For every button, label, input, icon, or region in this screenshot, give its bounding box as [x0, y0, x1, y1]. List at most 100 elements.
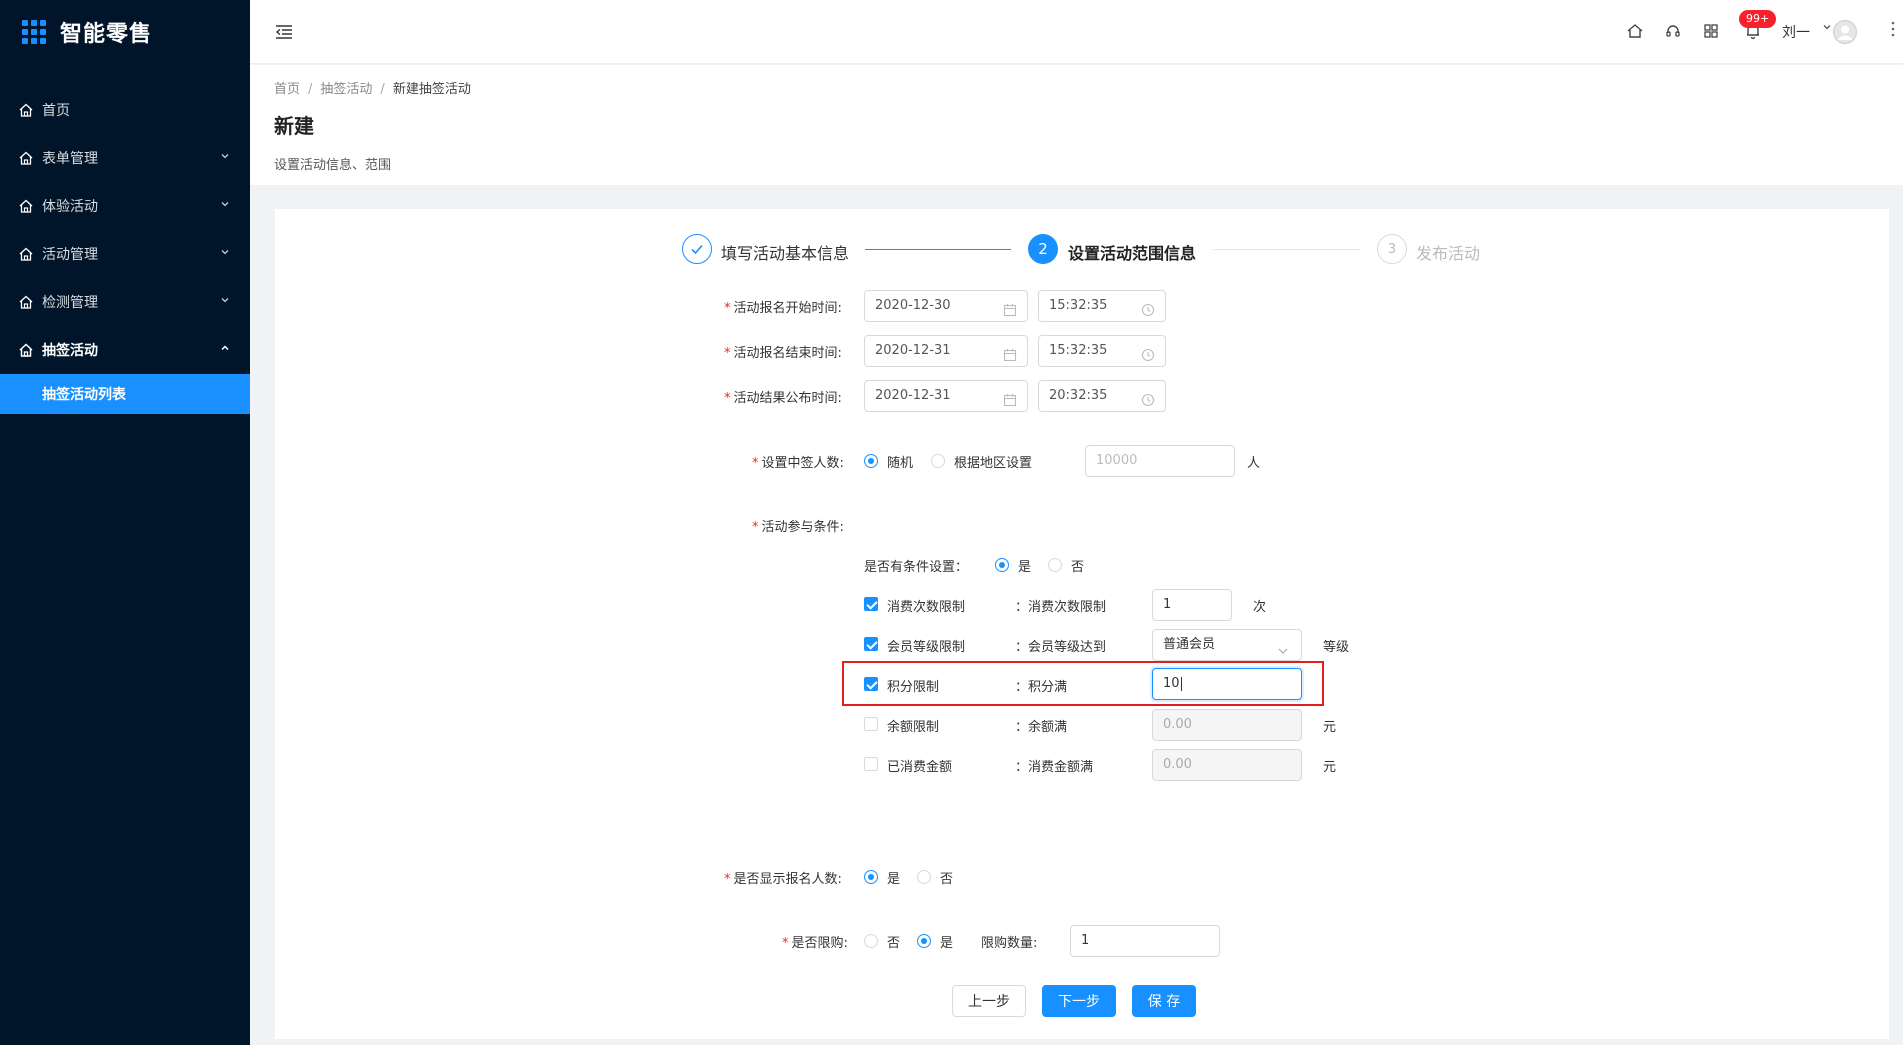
chevron-down-icon [220, 247, 230, 260]
condition-unit: 元 [1323, 720, 1337, 735]
home-icon [18, 102, 34, 118]
sidebar-item-label: 抽签活动 [42, 343, 98, 359]
limit-buy-yes-label: 是 [940, 936, 954, 951]
has-conditions-yes-radio[interactable] [995, 558, 1009, 572]
clock-icon [1141, 299, 1155, 317]
winners-label: * 设置中签人数: [752, 456, 844, 471]
breadcrumb-item[interactable]: 抽签活动 [320, 82, 372, 97]
points-checkbox[interactable] [864, 677, 878, 691]
signup-end-time-input[interactable]: 15:32:35 [1038, 335, 1166, 367]
breadcrumb-separator: / [380, 82, 385, 97]
has-conditions-yes-label: 是 [1018, 560, 1032, 575]
sidebar-item-label: 体验活动 [42, 199, 98, 215]
home-icon[interactable] [1626, 22, 1644, 40]
limit-buy-label: * 是否限购: [782, 936, 848, 951]
show-count-label: * 是否显示报名人数: [724, 872, 842, 887]
has-conditions-no-label: 否 [1071, 560, 1085, 575]
show-count-no-radio[interactable] [917, 870, 931, 884]
balance-input[interactable]: 0.00 [1152, 709, 1302, 741]
member-level-checkbox[interactable] [864, 637, 878, 651]
check-icon [691, 244, 703, 255]
calendar-icon [1003, 344, 1017, 362]
sidebar-item-activity-management[interactable]: 活动管理 [0, 230, 250, 278]
points-input[interactable]: 10 [1152, 668, 1302, 700]
step-label: 填写活动基本信息 [721, 244, 850, 263]
limit-buy-no-label: 否 [887, 936, 901, 951]
limit-buy-yes-radio[interactable] [917, 934, 931, 948]
condition-name: 已消费金额 [887, 760, 953, 775]
sidebar-item-label: 活动管理 [42, 247, 98, 263]
sidebar-subitem-lottery-list[interactable]: 抽签活动列表 [0, 374, 250, 414]
side-menu: 首页 表单管理 体验活动 活动管理 检测管理 抽签活动 抽签活动列表 [0, 86, 250, 414]
chevron-down-icon [220, 199, 230, 212]
save-button[interactable]: 保 存 [1132, 985, 1196, 1017]
limit-buy-no-radio[interactable] [864, 934, 878, 948]
condition-name: 积分限制 [887, 680, 940, 695]
has-conditions-no-radio[interactable] [1048, 558, 1062, 572]
spent-amount-input[interactable]: 0.00 [1152, 749, 1302, 781]
breadcrumb-current: 新建抽签活动 [392, 82, 471, 97]
consume-count-checkbox[interactable] [864, 597, 878, 611]
limit-qty-label: 限购数量: [981, 936, 1038, 951]
page-title: 新建 [274, 114, 314, 138]
condition-desc: ：余额满 [1015, 720, 1068, 735]
avatar[interactable] [1833, 20, 1857, 44]
sidebar-item-form-management[interactable]: 表单管理 [0, 134, 250, 182]
home-icon [18, 246, 34, 262]
step-active-circle: 2 [1028, 234, 1058, 264]
step-connector [1213, 249, 1361, 250]
sidebar-item-label: 表单管理 [42, 151, 98, 167]
spent-amount-checkbox[interactable] [864, 757, 878, 771]
calendar-icon [1003, 389, 1017, 407]
form-card: 填写活动基本信息 2 设置活动范围信息 3 发布活动 * 活动报名开始时间: 20… [275, 209, 1889, 1039]
sidebar-item-detection[interactable]: 检测管理 [0, 278, 250, 326]
app-logo[interactable]: 智能零售 [0, 0, 250, 64]
home-icon [18, 198, 34, 214]
grid-icon[interactable] [1702, 22, 1720, 40]
step-connector [865, 249, 1011, 250]
user-name[interactable]: 刘一 [1782, 22, 1810, 42]
winners-random-radio[interactable] [864, 454, 878, 468]
signup-end-date-input[interactable]: 2020-12-31 [864, 335, 1028, 367]
result-date-input[interactable]: 2020-12-31 [864, 380, 1028, 412]
sidebar-item-experience[interactable]: 体验活动 [0, 182, 250, 230]
app-title: 智能零售 [60, 22, 153, 47]
text-cursor [1180, 676, 1182, 691]
member-level-select[interactable]: 普通会员 [1152, 629, 1302, 661]
winners-count-input[interactable]: 10000 [1085, 445, 1235, 477]
consume-count-input[interactable]: 1 [1152, 589, 1232, 621]
signup-start-time-input[interactable]: 15:32:35 [1038, 290, 1166, 322]
signup-end-label: * 活动报名结束时间: [724, 346, 842, 361]
result-time-input[interactable]: 20:32:35 [1038, 380, 1166, 412]
sidebar-item-label: 首页 [42, 103, 70, 119]
winners-region-radio[interactable] [931, 454, 945, 468]
menu-fold-icon[interactable] [274, 22, 294, 42]
chevron-down-icon[interactable] [1822, 22, 1832, 35]
step-label: 设置活动范围信息 [1068, 244, 1197, 263]
step-wait-circle: 3 [1377, 234, 1407, 264]
signup-start-date-input[interactable]: 2020-12-30 [864, 290, 1028, 322]
top-header: 99+ 刘一 [250, 0, 1903, 64]
headset-icon[interactable] [1664, 22, 1682, 40]
signup-start-label: * 活动报名开始时间: [724, 301, 842, 316]
limit-qty-input[interactable]: 1 [1070, 925, 1220, 957]
clock-icon [1141, 389, 1155, 407]
result-time-label: * 活动结果公布时间: [724, 391, 842, 406]
condition-name: 余额限制 [887, 720, 940, 735]
breadcrumb-item[interactable]: 首页 [274, 82, 300, 97]
sidebar-item-home[interactable]: 首页 [0, 86, 250, 134]
next-step-button[interactable]: 下一步 [1042, 985, 1116, 1017]
apps-grid-icon [22, 20, 46, 44]
winners-random-label: 随机 [887, 456, 914, 471]
condition-unit: 元 [1323, 760, 1337, 775]
balance-checkbox[interactable] [864, 717, 878, 731]
sidebar-item-label: 检测管理 [42, 295, 98, 311]
sidebar: 智能零售 首页 表单管理 体验活动 活动管理 检测管理 抽签活动 抽签活动列表 [0, 0, 250, 1045]
condition-name: 会员等级限制 [887, 640, 966, 655]
show-count-no-label: 否 [940, 872, 954, 887]
sidebar-item-lottery[interactable]: 抽签活动 [0, 326, 250, 374]
show-count-yes-radio[interactable] [864, 870, 878, 884]
prev-step-button[interactable]: 上一步 [952, 985, 1026, 1017]
condition-desc: ：会员等级达到 [1015, 640, 1107, 655]
more-icon[interactable] [1890, 20, 1896, 38]
